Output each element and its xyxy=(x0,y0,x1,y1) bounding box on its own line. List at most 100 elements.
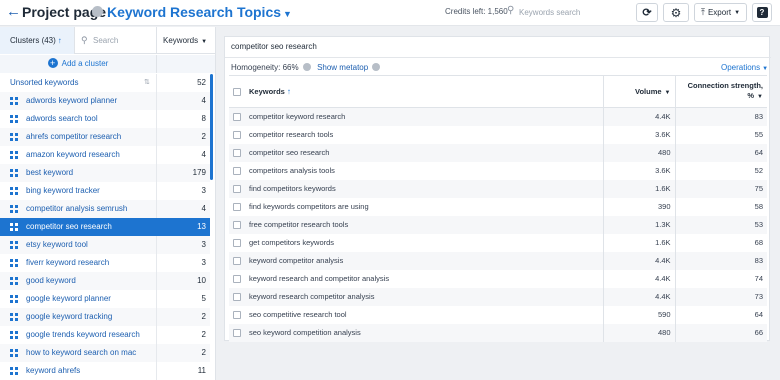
strength-cell: 64 xyxy=(674,305,767,324)
chevron-down-icon: ▼ xyxy=(762,66,769,72)
cluster-item[interactable]: best keyword 179 xyxy=(0,164,210,182)
cluster-item[interactable]: adwords keyword planner 4 xyxy=(0,92,210,110)
clusters-tab-label: Clusters (43) xyxy=(10,36,56,45)
cluster-item[interactable]: ahrefs competitor research 2 xyxy=(0,128,210,146)
project-name: Keyword Research Topics xyxy=(107,4,282,20)
cluster-item[interactable]: how to keyword search on mac 2 xyxy=(0,344,210,362)
cluster-name: bing keyword tracker xyxy=(26,186,100,195)
table-row: competitor research tools 3.6K 55 xyxy=(229,125,767,144)
grid-icon xyxy=(10,97,18,105)
chevron-down-icon: ▼ xyxy=(664,90,671,96)
project-settings-icon[interactable] xyxy=(92,6,103,17)
row-checkbox-cell xyxy=(229,287,245,306)
strength-header-label: Connection strength, % xyxy=(687,81,763,100)
row-checkbox-cell xyxy=(229,107,245,126)
arrow-left-icon[interactable]: ← xyxy=(6,3,21,21)
cluster-count: 3 xyxy=(156,254,210,272)
table-row: seo competitive research tool 590 64 xyxy=(229,305,767,324)
cluster-count: 2 xyxy=(156,344,210,362)
row-checkbox[interactable] xyxy=(233,185,241,193)
cluster-item[interactable]: competitor seo research 13 xyxy=(0,218,210,236)
row-checkbox[interactable] xyxy=(233,167,241,175)
export-label: Export xyxy=(707,8,732,17)
keywords-header-label: Keywords xyxy=(249,87,285,96)
cluster-item[interactable]: adwords search tool 8 xyxy=(0,110,210,128)
show-metatop-link[interactable]: Show metatop xyxy=(317,63,368,72)
row-checkbox-cell xyxy=(229,270,245,288)
row-checkbox[interactable] xyxy=(233,293,241,301)
volume-cell: 1.6K xyxy=(602,233,675,252)
keyword-cell: competitors analysis tools xyxy=(249,166,335,175)
cluster-item[interactable]: google keyword planner 5 xyxy=(0,290,210,308)
clusters-panel: Clusters (43)↑ ⚲ Keywords▼ +Add a cluste… xyxy=(0,27,216,380)
cluster-name: amazon keyword research xyxy=(26,150,120,159)
cluster-item[interactable]: keyword ahrefs 11 xyxy=(0,362,210,380)
export-button[interactable]: ⤒ Export ▼ xyxy=(694,3,747,22)
scrollbar[interactable] xyxy=(210,74,213,180)
cluster-item[interactable]: competitor analysis semrush 4 xyxy=(0,200,210,218)
grid-icon xyxy=(10,295,18,303)
refresh-button[interactable]: ⟳ xyxy=(636,3,658,22)
add-cluster-button[interactable]: + Add a cluster xyxy=(0,55,156,73)
row-checkbox[interactable] xyxy=(233,239,241,247)
operations-dropdown[interactable]: Operations ▼ xyxy=(721,63,768,72)
cluster-item[interactable]: google keyword tracking 2 xyxy=(0,308,210,326)
strength-cell: 66 xyxy=(674,323,767,342)
strength-header[interactable]: Connection strength, % ▼ xyxy=(674,75,767,108)
cluster-count: 3 xyxy=(156,236,210,254)
cluster-detail-panel: competitor seo research Homogeneity: 66%… xyxy=(224,36,771,342)
row-checkbox[interactable] xyxy=(233,275,241,283)
grid-icon xyxy=(10,259,18,267)
project-name-dropdown[interactable]: Keyword Research Topics ▼ xyxy=(107,4,292,20)
row-checkbox[interactable] xyxy=(233,203,241,211)
row-checkbox-cell xyxy=(229,198,245,216)
upload-icon: ⤒ xyxy=(700,7,705,17)
keywords-column-header[interactable]: Keywords ▼ xyxy=(156,27,215,54)
help-button[interactable]: ? xyxy=(752,3,772,22)
row-checkbox[interactable] xyxy=(233,131,241,139)
search-icon: ⚲ xyxy=(81,35,88,45)
keywords-column-label: Keywords xyxy=(163,36,199,45)
cluster-item[interactable]: good keyword 10 xyxy=(0,272,210,290)
row-checkbox[interactable] xyxy=(233,329,241,337)
table-row: competitor seo research 480 64 xyxy=(229,143,767,162)
cluster-name: fiverr keyword research xyxy=(26,258,110,267)
row-checkbox[interactable] xyxy=(233,221,241,229)
volume-cell: 4.4K xyxy=(602,287,675,306)
table-row: seo keyword competition analysis 480 66 xyxy=(229,323,767,342)
cluster-item[interactable]: etsy keyword tool 3 xyxy=(0,236,210,254)
search-icon: ⚲ xyxy=(507,5,515,16)
keywords-search-input[interactable] xyxy=(519,4,623,20)
clusters-search-input[interactable] xyxy=(93,34,153,46)
cluster-count: 52 xyxy=(156,74,210,92)
row-checkbox[interactable] xyxy=(233,257,241,265)
cluster-name: good keyword xyxy=(26,276,76,285)
cluster-item[interactable]: google trends keyword research 2 xyxy=(0,326,210,344)
cluster-item[interactable]: fiverr keyword research 3 xyxy=(0,254,210,272)
row-checkbox[interactable] xyxy=(233,149,241,157)
chevron-down-icon: ▼ xyxy=(757,94,763,100)
sort-up-icon: ↑ xyxy=(286,87,291,96)
keywords-table: Keywords ↑ Volume ▼ Connection strength, %… xyxy=(229,75,767,342)
keyword-cell: competitor research tools xyxy=(249,130,334,139)
volume-cell: 3.6K xyxy=(602,161,675,180)
volume-cell: 390 xyxy=(602,197,675,216)
grid-icon xyxy=(10,133,18,141)
cluster-item[interactable]: amazon keyword research 4 xyxy=(0,146,210,164)
keyword-cell: seo competitive research tool xyxy=(249,310,347,319)
cluster-count: 2 xyxy=(156,326,210,344)
row-checkbox[interactable] xyxy=(233,113,241,122)
volume-header[interactable]: Volume ▼ xyxy=(602,75,675,108)
grid-icon xyxy=(10,169,18,177)
cluster-item[interactable]: bing keyword tracker 3 xyxy=(0,182,210,200)
row-checkbox[interactable] xyxy=(233,311,241,319)
cluster-count: 4 xyxy=(156,146,210,164)
settings-button[interactable]: ⚙ xyxy=(663,3,689,22)
clusters-tab[interactable]: Clusters (43) ↑ xyxy=(0,27,74,54)
table-row: competitor keyword research 4.4K 83 xyxy=(229,107,767,126)
cluster-item[interactable]: Unsorted keywords ⇅ 52 xyxy=(0,74,210,92)
keywords-header[interactable]: Keywords ↑ xyxy=(245,75,603,108)
grid-icon xyxy=(10,277,18,285)
select-all-checkbox[interactable] xyxy=(233,88,241,96)
keyword-cell: free competitor research tools xyxy=(245,215,603,234)
